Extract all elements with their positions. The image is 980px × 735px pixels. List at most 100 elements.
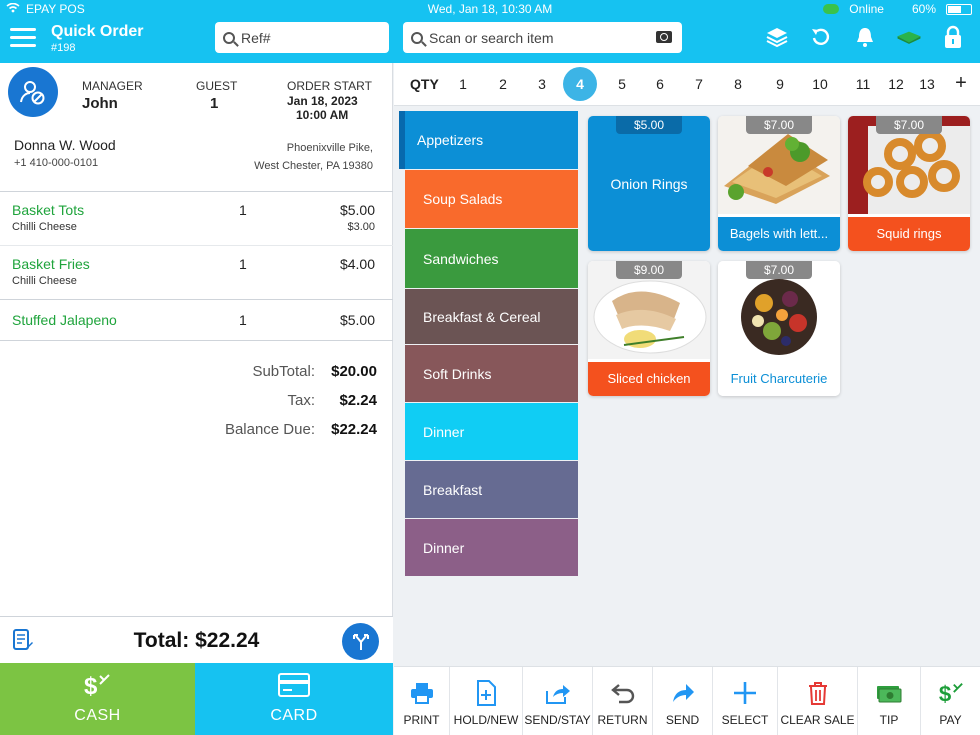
trash-icon bbox=[805, 680, 831, 706]
cash-button[interactable]: $ CASH bbox=[0, 663, 195, 735]
send-button[interactable]: SEND bbox=[653, 667, 713, 735]
page-title: Quick Order bbox=[51, 23, 144, 40]
pay-button[interactable]: $ PAY bbox=[921, 667, 980, 735]
item-tile[interactable]: $9.00 Sliced chicken bbox=[588, 261, 710, 396]
line-item-name: Basket Fries bbox=[12, 256, 90, 272]
lock-icon[interactable] bbox=[940, 25, 966, 49]
category-label: Dinner bbox=[423, 423, 465, 440]
qty-option[interactable]: 2 bbox=[491, 76, 515, 92]
select-button[interactable]: SELECT bbox=[713, 667, 778, 735]
card-button[interactable]: CARD bbox=[195, 663, 393, 735]
tip-button[interactable]: TIP bbox=[858, 667, 921, 735]
ref-search-box[interactable] bbox=[215, 22, 389, 53]
category-dinner[interactable]: Dinner bbox=[405, 519, 578, 576]
qty-option[interactable]: 9 bbox=[768, 76, 792, 92]
header-actions bbox=[764, 25, 966, 49]
category-breakfast[interactable]: Breakfast bbox=[405, 461, 578, 518]
bell-icon[interactable] bbox=[852, 25, 878, 49]
menu-icon[interactable] bbox=[10, 28, 36, 48]
item-name: Fruit Charcuterie bbox=[718, 362, 840, 396]
card-icon bbox=[278, 673, 310, 702]
return-button[interactable]: RETURN bbox=[593, 667, 653, 735]
item-name: Onion Rings bbox=[610, 176, 688, 192]
order-start-date: Jan 18, 2023 bbox=[287, 94, 358, 108]
item-tile[interactable]: $5.00 Onion Rings bbox=[588, 116, 710, 251]
qty-option[interactable]: 10 bbox=[808, 76, 832, 92]
qty-option[interactable]: 5 bbox=[610, 76, 634, 92]
category-appetizers[interactable]: Appetizers bbox=[399, 111, 578, 169]
line-item-modifier: Chilli Cheese bbox=[12, 275, 77, 287]
camera-icon[interactable] bbox=[656, 31, 672, 43]
search-icon bbox=[223, 31, 235, 44]
line-item-price: $5.00 bbox=[339, 202, 375, 218]
svg-text:$: $ bbox=[84, 673, 98, 700]
top-bar: EPAY POS Wed, Jan 18, 10:30 AM Online 60… bbox=[0, 0, 980, 63]
order-total: Total: $22.24 bbox=[133, 629, 260, 652]
customer-address-line1: Phoenixville Pike, bbox=[286, 142, 373, 154]
line-item-price: $4.00 bbox=[339, 256, 375, 272]
line-item-modifier: Chilli Cheese bbox=[12, 221, 77, 233]
money-icon bbox=[876, 680, 902, 706]
line-item[interactable]: Basket Tots Chilli Cheese 1 $5.00 $3.00 bbox=[0, 192, 393, 246]
cash-drawer-icon[interactable] bbox=[896, 25, 922, 49]
qty-option[interactable]: 7 bbox=[687, 76, 711, 92]
line-item[interactable]: Basket Fries Chilli Cheese 1 $4.00 bbox=[0, 246, 393, 300]
sync-icon[interactable] bbox=[808, 25, 834, 49]
category-dinner[interactable]: Dinner bbox=[405, 403, 578, 460]
qty-option[interactable]: 3 bbox=[530, 76, 554, 92]
total-bar: Total: $22.24 bbox=[0, 616, 393, 663]
scan-search-input[interactable] bbox=[429, 29, 682, 46]
item-price: $7.00 bbox=[876, 116, 942, 134]
line-item-name: Stuffed Jalapeno bbox=[12, 312, 117, 328]
qty-option[interactable]: 11 bbox=[851, 76, 875, 92]
item-tile[interactable]: $7.00 Bagels with lett... bbox=[718, 116, 840, 251]
network-status: Online bbox=[849, 2, 884, 16]
quantity-bar: QTY 1 2 3 4 5 6 7 8 9 10 11 12 13 + bbox=[394, 63, 980, 106]
guest-count[interactable]: 1 bbox=[210, 95, 218, 112]
item-price: $7.00 bbox=[746, 261, 812, 279]
category-breakfast-cereal[interactable]: Breakfast & Cereal bbox=[405, 289, 578, 344]
forward-arrow-icon bbox=[670, 680, 696, 706]
qty-option-selected[interactable]: 4 bbox=[563, 67, 597, 101]
status-bar: EPAY POS Wed, Jan 18, 10:30 AM Online 60… bbox=[0, 0, 980, 17]
qty-option[interactable]: 12 bbox=[884, 76, 908, 92]
qty-option[interactable]: 1 bbox=[451, 76, 475, 92]
guest-label: GUEST bbox=[196, 79, 238, 93]
line-item-qty: 1 bbox=[239, 256, 247, 272]
document-plus-icon bbox=[473, 680, 499, 706]
card-label: CARD bbox=[270, 707, 318, 724]
line-item-price: $5.00 bbox=[339, 312, 375, 328]
line-item-name: Basket Tots bbox=[12, 202, 85, 218]
tax-label: Tax: bbox=[287, 392, 315, 409]
category-sandwiches[interactable]: Sandwiches bbox=[405, 229, 578, 288]
clear-sale-button[interactable]: CLEAR SALE bbox=[778, 667, 858, 735]
category-soft-drinks[interactable]: Soft Drinks bbox=[405, 345, 578, 402]
layers-icon[interactable] bbox=[764, 25, 790, 49]
qty-add-button[interactable]: + bbox=[949, 72, 973, 95]
toolbar-label: TIP bbox=[879, 713, 899, 727]
qty-option[interactable]: 8 bbox=[726, 76, 750, 92]
qty-option[interactable]: 13 bbox=[915, 76, 939, 92]
hold-new-button[interactable]: HOLD/NEW bbox=[450, 667, 523, 735]
customer-name[interactable]: Donna W. Wood bbox=[14, 137, 116, 153]
item-tile[interactable]: $7.00 Squid rings bbox=[848, 116, 970, 251]
category-label: Sandwiches bbox=[423, 250, 499, 267]
split-button[interactable] bbox=[342, 623, 379, 660]
item-tile[interactable]: $7.00 Fruit Charcuterie bbox=[718, 261, 840, 396]
balance-label: Balance Due: bbox=[224, 421, 315, 438]
printer-icon bbox=[409, 680, 435, 706]
send-stay-button[interactable]: SEND/STAY bbox=[523, 667, 593, 735]
print-button[interactable]: PRINT bbox=[394, 667, 450, 735]
qty-label: QTY bbox=[410, 76, 439, 92]
category-soup-salads[interactable]: Soup Salads bbox=[405, 170, 578, 228]
ref-input[interactable] bbox=[241, 29, 389, 46]
line-item[interactable]: Stuffed Jalapeno 1 $5.00 bbox=[0, 300, 393, 340]
manager-avatar[interactable] bbox=[8, 67, 58, 117]
category-label: Appetizers bbox=[417, 132, 484, 148]
scan-search-box[interactable] bbox=[403, 22, 682, 53]
line-item-qty: 1 bbox=[239, 312, 247, 328]
subtotal-row: SubTotal: $20.00 bbox=[252, 363, 377, 380]
order-panel: MANAGER John GUEST 1 ORDER START Jan 18,… bbox=[0, 63, 393, 663]
category-label: Breakfast & Cereal bbox=[423, 308, 541, 325]
qty-option[interactable]: 6 bbox=[648, 76, 672, 92]
